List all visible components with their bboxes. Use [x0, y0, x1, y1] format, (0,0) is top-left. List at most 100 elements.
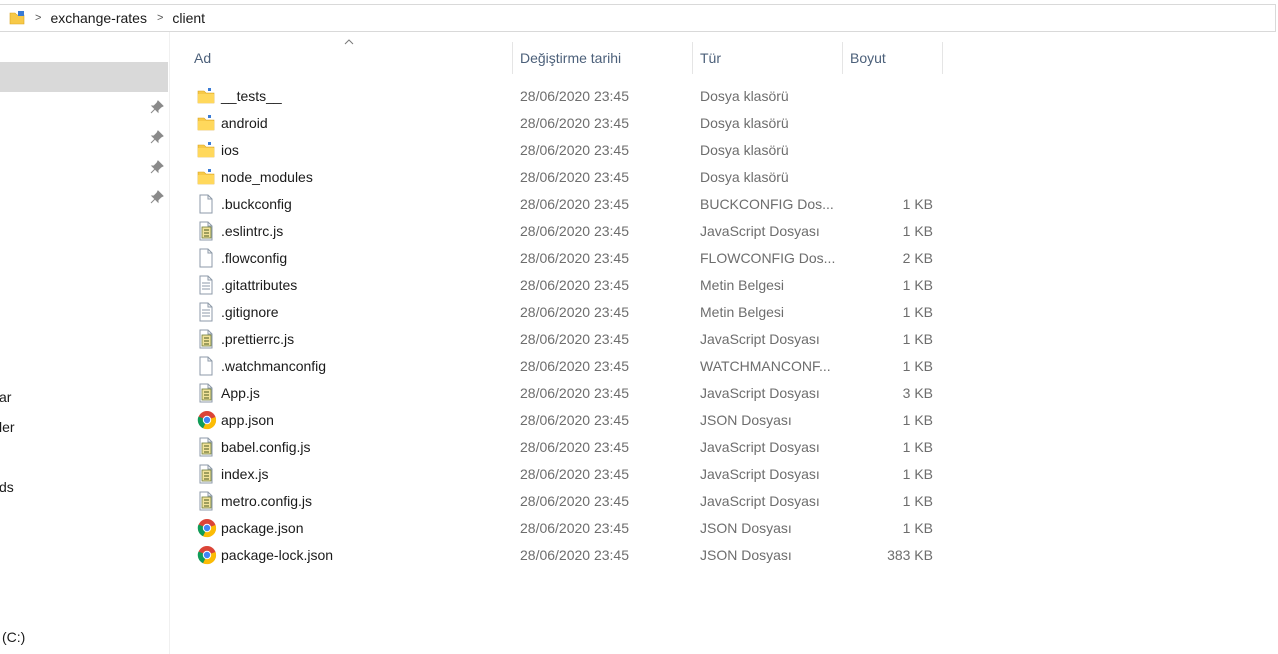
pin-icon [150, 160, 164, 174]
file-size: 383 KB [887, 547, 933, 563]
file-type: JavaScript Dosyası [700, 331, 820, 347]
file-size: 1 KB [902, 466, 933, 482]
file-row[interactable]: app.json 28/06/2020 23:45 JSON Dosyası 1 KB [192, 407, 942, 434]
blank-file-icon [197, 248, 215, 268]
file-size: 1 KB [902, 493, 933, 509]
blank-file-icon [197, 356, 215, 376]
file-size: 1 KB [902, 520, 933, 536]
js-file-icon [197, 491, 215, 511]
file-name: ios [221, 142, 239, 158]
folder-icon [197, 113, 215, 133]
text-file-icon [197, 275, 215, 295]
breadcrumb-item-exchange-rates[interactable]: exchange-rates [50, 10, 147, 26]
chrome-icon [197, 545, 217, 565]
file-type: JavaScript Dosyası [700, 466, 820, 482]
file-name: .watchmanconfig [221, 358, 327, 374]
file-row[interactable]: .prettierrc.js 28/06/2020 23:45 JavaScript… [192, 326, 942, 353]
file-row[interactable]: .eslintrc.js 28/06/2020 23:45 JavaScript D… [192, 218, 942, 245]
file-type: Dosya klasörü [700, 88, 789, 104]
nav-item-label[interactable]: ler [0, 419, 15, 435]
file-size: 3 KB [902, 385, 933, 401]
file-row[interactable]: .gitattributes 28/06/2020 23:45 Metin Belg… [192, 272, 942, 299]
file-modified-date: 28/06/2020 23:45 [520, 115, 629, 131]
column-header-date[interactable]: Değiştirme tarihi [520, 42, 621, 74]
file-name: index.js [221, 466, 269, 482]
file-modified-date: 28/06/2020 23:45 [520, 277, 629, 293]
column-divider[interactable] [842, 42, 843, 74]
file-name: .prettierrc.js [221, 331, 295, 347]
file-row[interactable]: android 28/06/2020 23:45 Dosya klasörü [192, 110, 942, 137]
file-modified-date: 28/06/2020 23:45 [520, 493, 629, 509]
js-file-icon [197, 329, 215, 349]
file-row[interactable]: .watchmanconfig 28/06/2020 23:45 WATCHMANC… [192, 353, 942, 380]
file-modified-date: 28/06/2020 23:45 [520, 304, 629, 320]
breadcrumb-separator[interactable]: > [157, 12, 163, 24]
file-modified-date: 28/06/2020 23:45 [520, 466, 629, 482]
file-row[interactable]: __tests__ 28/06/2020 23:45 Dosya klasörü [192, 83, 942, 110]
file-type: JSON Dosyası [700, 412, 792, 428]
file-row[interactable]: .gitignore 28/06/2020 23:45 Metin Belgesi 1… [192, 299, 942, 326]
nav-item-label[interactable]: ar [0, 389, 11, 405]
file-modified-date: 28/06/2020 23:45 [520, 331, 629, 347]
file-type: Metin Belgesi [700, 277, 785, 293]
breadcrumb-separator[interactable]: > [35, 12, 41, 24]
file-name: app.json [221, 412, 274, 428]
chrome-icon [197, 518, 217, 538]
breadcrumb-item-client[interactable]: client [172, 10, 205, 26]
file-row[interactable]: node_modules 28/06/2020 23:45 Dosya klasör… [192, 164, 942, 191]
column-header-type[interactable]: Tür [700, 42, 721, 74]
file-name: babel.config.js [221, 439, 311, 455]
file-row[interactable]: App.js 28/06/2020 23:45 JavaScript Dosyası… [192, 380, 942, 407]
file-modified-date: 28/06/2020 23:45 [520, 385, 629, 401]
nav-item-label[interactable]: ds [0, 479, 14, 495]
column-divider[interactable] [692, 42, 693, 74]
file-modified-date: 28/06/2020 23:45 [520, 358, 629, 374]
file-row[interactable]: package.json 28/06/2020 23:45 JSON Dosyası… [192, 515, 942, 542]
file-row[interactable]: metro.config.js 28/06/2020 23:45 JavaScrip… [192, 488, 942, 515]
file-row[interactable]: .buckconfig 28/06/2020 23:45 BUCKCONFIG Do… [192, 191, 942, 218]
nav-item-selected[interactable] [0, 62, 168, 92]
file-modified-date: 28/06/2020 23:45 [520, 169, 629, 185]
sort-ascending-icon [344, 39, 354, 45]
file-type: JavaScript Dosyası [700, 385, 820, 401]
file-name: App.js [221, 385, 260, 401]
column-divider[interactable] [942, 42, 943, 74]
nav-item-drive-c[interactable]: (C:) [2, 629, 25, 645]
chrome-icon [197, 410, 217, 430]
js-file-icon [197, 383, 215, 403]
navigation-pane[interactable]: ar ler ds (C:) [0, 32, 170, 654]
file-name: __tests__ [221, 88, 282, 104]
file-size: 1 KB [902, 439, 933, 455]
address-bar[interactable]: > exchange-rates > client [0, 4, 1276, 32]
file-name: package.json [221, 520, 304, 536]
file-row[interactable]: babel.config.js 28/06/2020 23:45 JavaScrip… [192, 434, 942, 461]
column-divider[interactable] [512, 42, 513, 74]
file-type: JavaScript Dosyası [700, 493, 820, 509]
pin-icon [150, 100, 164, 114]
file-row[interactable]: index.js 28/06/2020 23:45 JavaScript Dosya… [192, 461, 942, 488]
file-row[interactable]: package-lock.json 28/06/2020 23:45 JSON Do… [192, 542, 942, 569]
file-size: 1 KB [902, 358, 933, 374]
file-size: 2 KB [902, 250, 933, 266]
js-file-icon [197, 437, 215, 457]
js-file-icon [197, 221, 215, 241]
file-row[interactable]: .flowconfig 28/06/2020 23:45 FLOWCONFIG Do… [192, 245, 942, 272]
file-row[interactable]: ios 28/06/2020 23:45 Dosya klasörü [192, 137, 942, 164]
file-type: Dosya klasörü [700, 169, 789, 185]
file-name: node_modules [221, 169, 313, 185]
file-type: Metin Belgesi [700, 304, 785, 320]
folder-icon [197, 86, 215, 106]
file-type: JavaScript Dosyası [700, 439, 820, 455]
file-type: Dosya klasörü [700, 142, 789, 158]
file-size: 1 KB [902, 196, 933, 212]
file-name: .gitattributes [221, 277, 298, 293]
file-modified-date: 28/06/2020 23:45 [520, 88, 629, 104]
file-name: package-lock.json [221, 547, 334, 563]
file-modified-date: 28/06/2020 23:45 [520, 250, 629, 266]
column-header-name[interactable]: Ad [194, 42, 211, 74]
column-header-size[interactable]: Boyut [850, 42, 886, 74]
file-modified-date: 28/06/2020 23:45 [520, 196, 629, 212]
file-size: 1 KB [902, 412, 933, 428]
folder-icon [9, 10, 25, 26]
file-type: Dosya klasörü [700, 115, 789, 131]
